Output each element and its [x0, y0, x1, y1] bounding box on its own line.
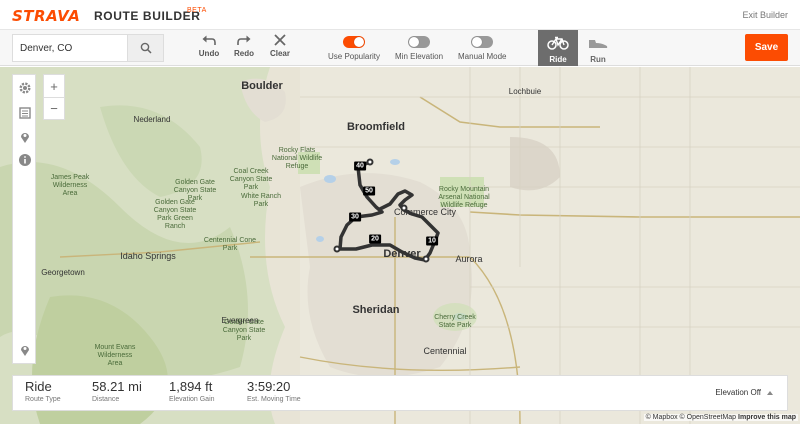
save-button[interactable]: Save	[745, 34, 788, 61]
undo-button[interactable]: Undo	[193, 34, 225, 64]
bike-icon	[547, 36, 569, 50]
chevron-up-icon[interactable]	[767, 391, 773, 395]
clear-label: Clear	[269, 49, 290, 58]
ride-label: Ride	[549, 55, 567, 64]
search-box	[12, 34, 164, 62]
osm-credit[interactable]: © OpenStreetMap	[680, 414, 737, 421]
distance-marker: 40	[354, 161, 366, 171]
redo-icon	[237, 35, 251, 45]
location-pin-icon[interactable]	[18, 343, 32, 357]
search-input[interactable]	[13, 35, 129, 61]
city-label: Denver	[383, 248, 421, 260]
map-side-panel	[12, 74, 36, 364]
park-label: Rocky Flats National Wildlife Refuge	[271, 147, 323, 170]
stat-moving-time: 3:59:20 Est. Moving Time	[247, 379, 301, 404]
redo-button[interactable]: Redo	[228, 34, 260, 64]
min-elevation-toggle[interactable]: Min Elevation	[395, 36, 443, 61]
toolbar: Undo Redo Clear Use Popularity Min Eleva…	[0, 30, 800, 66]
strava-logo[interactable]: STRAVA	[12, 7, 80, 25]
city-label: Georgetown	[41, 268, 85, 277]
undo-label: Undo	[198, 49, 220, 58]
distance-value: 58.21 mi	[92, 379, 142, 394]
list-icon[interactable]	[18, 106, 32, 120]
city-label: Nederland	[133, 115, 171, 124]
elevation-gain-value: 1,894 ft	[169, 379, 213, 394]
manual-mode-switch[interactable]	[471, 36, 494, 48]
park-label: Cherry Creek State Park	[434, 314, 476, 329]
distance-marker: 30	[349, 212, 361, 222]
route-type-value: Ride	[25, 379, 52, 394]
city-label: Aurora	[455, 254, 483, 264]
run-label: Run	[590, 55, 606, 64]
park-label: Coal Creek Canyon State Park	[229, 168, 273, 191]
moving-time-value: 3:59:20	[247, 379, 291, 394]
route-waypoint[interactable]	[422, 255, 430, 263]
top-bar: STRAVA ROUTE BUILDER BETA Exit Builder	[0, 0, 800, 30]
undo-icon	[202, 35, 216, 45]
gear-icon[interactable]	[18, 81, 32, 95]
city-label: Broomfield	[346, 121, 406, 133]
elevation-toggle[interactable]: Elevation Off	[715, 388, 761, 397]
use-popularity-label: Use Popularity	[328, 52, 381, 61]
city-label: Sheridan	[352, 304, 400, 316]
close-icon	[274, 34, 286, 46]
zoom-out-button[interactable]: −	[44, 97, 64, 119]
route-type-label: Route Type	[25, 396, 61, 403]
location-pin-icon[interactable]	[18, 130, 32, 144]
park-label: James Peak Wilderness Area	[50, 174, 90, 197]
route-waypoint[interactable]	[400, 204, 408, 212]
city-label: Evergreen	[221, 316, 259, 325]
park-label: Mount Evans Wilderness Area	[94, 344, 136, 367]
park-label: White Ranch Park	[240, 193, 282, 208]
zoom-in-button[interactable]: +	[44, 75, 64, 97]
map-attribution: © Mapbox © OpenStreetMap Improve this ma…	[643, 414, 798, 421]
city-label: Boulder	[241, 80, 283, 92]
ride-button[interactable]: Ride	[538, 30, 578, 66]
map-canvas[interactable]: Rocky Flats National Wildlife Refuge Rocky…	[0, 67, 800, 424]
shoe-icon	[589, 40, 608, 48]
stat-distance: 58.21 mi Distance	[92, 379, 142, 404]
min-elevation-switch[interactable]	[408, 36, 431, 48]
distance-marker: 10	[426, 236, 438, 246]
elevation-gain-label: Elevation Gain	[169, 396, 215, 403]
distance-marker: 50	[363, 186, 375, 196]
use-popularity-switch[interactable]	[343, 36, 366, 48]
manual-mode-toggle[interactable]: Manual Mode	[458, 36, 506, 61]
route-stats-bar: Ride Route Type 58.21 mi Distance 1,894 …	[12, 375, 788, 411]
park-label: Centennial Cone Park	[203, 237, 257, 252]
clear-button[interactable]: Clear	[264, 34, 296, 64]
city-label: Centennial	[423, 346, 467, 356]
min-elevation-label: Min Elevation	[395, 52, 444, 61]
search-icon	[140, 42, 152, 54]
park-label: Golden Gate Canyon State Park Green Ranch	[153, 199, 197, 230]
beta-badge: BETA	[187, 7, 207, 14]
stat-route-type: Ride Route Type	[25, 379, 61, 404]
route-start-point[interactable]	[366, 158, 374, 166]
improve-map-link[interactable]: Improve this map	[738, 414, 796, 421]
distance-label: Distance	[92, 396, 120, 403]
city-label: Idaho Springs	[120, 251, 176, 261]
search-button[interactable]	[127, 35, 163, 61]
manual-mode-label: Manual Mode	[458, 52, 507, 61]
mapbox-credit[interactable]: © Mapbox	[646, 414, 678, 421]
exit-builder-link[interactable]: Exit Builder	[742, 10, 788, 20]
page-title: ROUTE BUILDER	[94, 9, 201, 23]
city-label: Lochbuie	[508, 87, 542, 96]
zoom-control: + −	[43, 74, 65, 120]
moving-time-label: Est. Moving Time	[247, 396, 301, 403]
run-button[interactable]: Run	[578, 30, 618, 66]
redo-label: Redo	[234, 49, 254, 58]
stat-elevation-gain: 1,894 ft Elevation Gain	[169, 379, 215, 404]
use-popularity-toggle[interactable]: Use Popularity	[328, 36, 380, 61]
route-waypoint[interactable]	[333, 245, 341, 253]
distance-marker: 20	[369, 234, 381, 244]
info-icon[interactable]	[18, 153, 32, 167]
